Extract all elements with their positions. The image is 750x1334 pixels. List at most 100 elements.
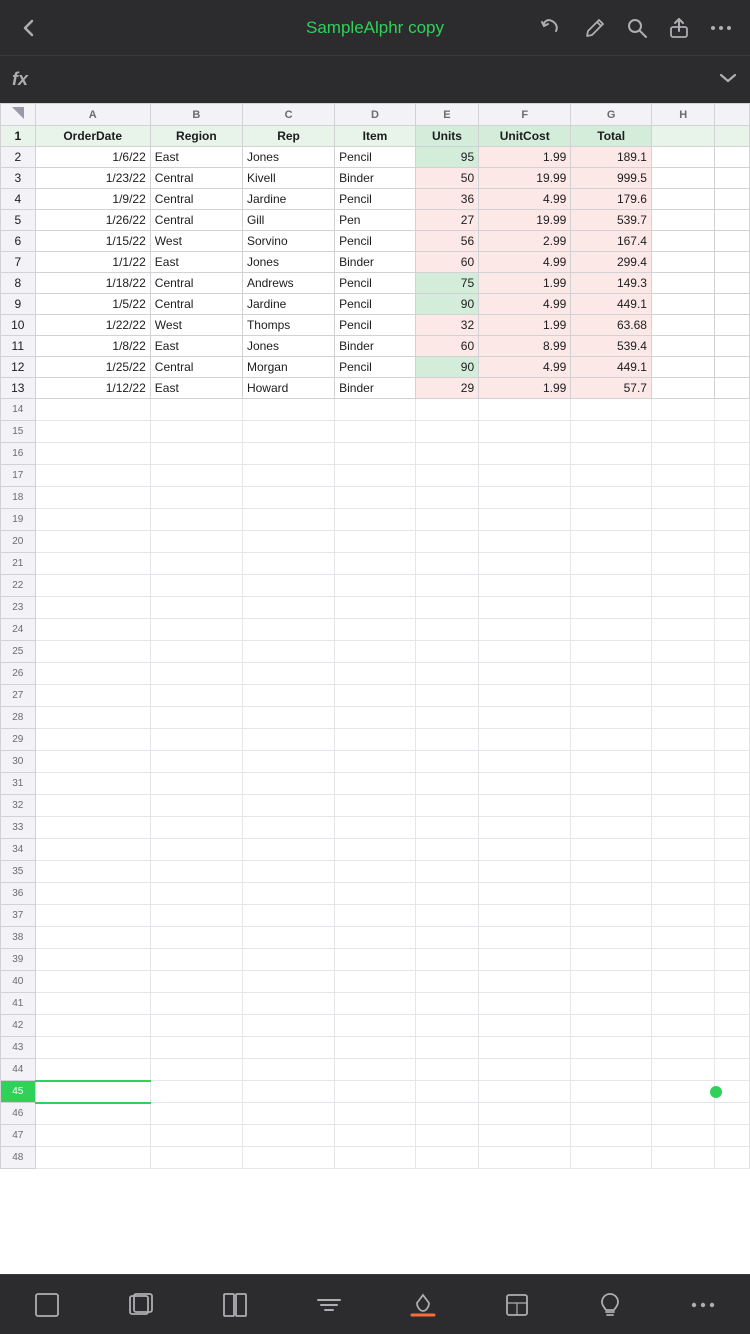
cell-5c[interactable]: Gill (242, 210, 334, 231)
cell-10f[interactable]: 1.99 (479, 315, 571, 336)
header-b[interactable]: Region (150, 126, 242, 147)
cell-3f[interactable]: 19.99 (479, 168, 571, 189)
cell-7b[interactable]: East (150, 252, 242, 273)
cell-6a[interactable]: 1/15/22 (35, 231, 150, 252)
col-b-label[interactable]: B (150, 104, 242, 126)
cell-2e[interactable]: 95 (415, 147, 478, 168)
cell-9f[interactable]: 4.99 (479, 294, 571, 315)
cell-3d[interactable]: Binder (335, 168, 416, 189)
bottom-more-button[interactable] (681, 1297, 725, 1313)
cell-12d[interactable]: Pencil (335, 357, 416, 378)
col-h-label[interactable]: H (651, 104, 714, 126)
cell-5a[interactable]: 1/26/22 (35, 210, 150, 231)
cell-12e[interactable]: 90 (415, 357, 478, 378)
cell-9g[interactable]: 449.1 (571, 294, 652, 315)
col-d-label[interactable]: D (335, 104, 416, 126)
cell-12b[interactable]: Central (150, 357, 242, 378)
header-a[interactable]: OrderDate (35, 126, 150, 147)
cell-6g[interactable]: 167.4 (571, 231, 652, 252)
cell-2b[interactable]: East (150, 147, 242, 168)
cell-7a[interactable]: 1/1/22 (35, 252, 150, 273)
cell-13d[interactable]: Binder (335, 378, 416, 399)
cell-11g[interactable]: 539.4 (571, 336, 652, 357)
header-f[interactable]: UnitCost (479, 126, 571, 147)
formula-input[interactable] (40, 71, 718, 88)
cell-10c[interactable]: Thomps (242, 315, 334, 336)
cell-2g[interactable]: 189.1 (571, 147, 652, 168)
share-button[interactable] (662, 13, 696, 43)
cell-8e[interactable]: 75 (415, 273, 478, 294)
search-button[interactable] (620, 13, 654, 43)
cell-5f[interactable]: 19.99 (479, 210, 571, 231)
header-g[interactable]: Total (571, 126, 652, 147)
cell-2a[interactable]: 1/6/22 (35, 147, 150, 168)
cell-8b[interactable]: Central (150, 273, 242, 294)
cell-11e[interactable]: 60 (415, 336, 478, 357)
cell-9b[interactable]: Central (150, 294, 242, 315)
cell-9d[interactable]: Pencil (335, 294, 416, 315)
cell-10a[interactable]: 1/22/22 (35, 315, 150, 336)
col-f-label[interactable]: F (479, 104, 571, 126)
cell-6d[interactable]: Pencil (335, 231, 416, 252)
cell-3e[interactable]: 50 (415, 168, 478, 189)
header-e[interactable]: Units (415, 126, 478, 147)
cell-2d[interactable]: Pencil (335, 147, 416, 168)
cell-6e[interactable]: 56 (415, 231, 478, 252)
cell-6f[interactable]: 2.99 (479, 231, 571, 252)
lightbulb-button[interactable] (589, 1287, 631, 1323)
cell-11b[interactable]: East (150, 336, 242, 357)
cell-8a[interactable]: 1/18/22 (35, 273, 150, 294)
cell-4e[interactable]: 36 (415, 189, 478, 210)
header-c[interactable]: Rep (242, 126, 334, 147)
new-sheet-button[interactable] (25, 1287, 69, 1323)
col-e-label[interactable]: E (415, 104, 478, 126)
cell-6b[interactable]: West (150, 231, 242, 252)
cell-4d[interactable]: Pencil (335, 189, 416, 210)
cell-9e[interactable]: 90 (415, 294, 478, 315)
cell-10b[interactable]: West (150, 315, 242, 336)
cell-7c[interactable]: Jones (242, 252, 334, 273)
cell-3g[interactable]: 999.5 (571, 168, 652, 189)
cell-2c[interactable]: Jones (242, 147, 334, 168)
more-button[interactable] (704, 20, 738, 36)
cell-11a[interactable]: 1/8/22 (35, 336, 150, 357)
scroll-area[interactable]: A B C D E F G H 1 OrderDate Region Rep (0, 103, 750, 1274)
cell-5d[interactable]: Pen (335, 210, 416, 231)
col-g-label[interactable]: G (571, 104, 652, 126)
cell-11f[interactable]: 8.99 (479, 336, 571, 357)
cell-10g[interactable]: 63.68 (571, 315, 652, 336)
cell-7f[interactable]: 4.99 (479, 252, 571, 273)
cell-7e[interactable]: 60 (415, 252, 478, 273)
format-button[interactable] (495, 1287, 539, 1323)
cell-12g[interactable]: 449.1 (571, 357, 652, 378)
cell-8f[interactable]: 1.99 (479, 273, 571, 294)
cell-8d[interactable]: Pencil (335, 273, 416, 294)
col-c-label[interactable]: C (242, 104, 334, 126)
cell-3c[interactable]: Kivell (242, 168, 334, 189)
cell-3a[interactable]: 1/23/22 (35, 168, 150, 189)
cell-12f[interactable]: 4.99 (479, 357, 571, 378)
cell-7g[interactable]: 299.4 (571, 252, 652, 273)
cell-13a[interactable]: 1/12/22 (35, 378, 150, 399)
col-a-label[interactable]: A (35, 104, 150, 126)
cell-6c[interactable]: Sorvino (242, 231, 334, 252)
cell-4g[interactable]: 179.6 (571, 189, 652, 210)
cell-3b[interactable]: Central (150, 168, 242, 189)
cell-4c[interactable]: Jardine (242, 189, 334, 210)
cell-4f[interactable]: 4.99 (479, 189, 571, 210)
insert-column-button[interactable] (213, 1287, 257, 1323)
cell-4a[interactable]: 1/9/22 (35, 189, 150, 210)
back-button[interactable] (12, 13, 46, 43)
cell-10e[interactable]: 32 (415, 315, 478, 336)
cell-10d[interactable]: Pencil (335, 315, 416, 336)
cell-13g[interactable]: 57.7 (571, 378, 652, 399)
cell-5b[interactable]: Central (150, 210, 242, 231)
cell-11c[interactable]: Jones (242, 336, 334, 357)
sheets-button[interactable] (119, 1287, 163, 1323)
cell-13c[interactable]: Howard (242, 378, 334, 399)
cell-2f[interactable]: 1.99 (479, 147, 571, 168)
cell-9c[interactable]: Jardine (242, 294, 334, 315)
undo-button[interactable] (534, 13, 570, 43)
cell-12c[interactable]: Morgan (242, 357, 334, 378)
chevron-down-icon[interactable] (718, 68, 738, 91)
